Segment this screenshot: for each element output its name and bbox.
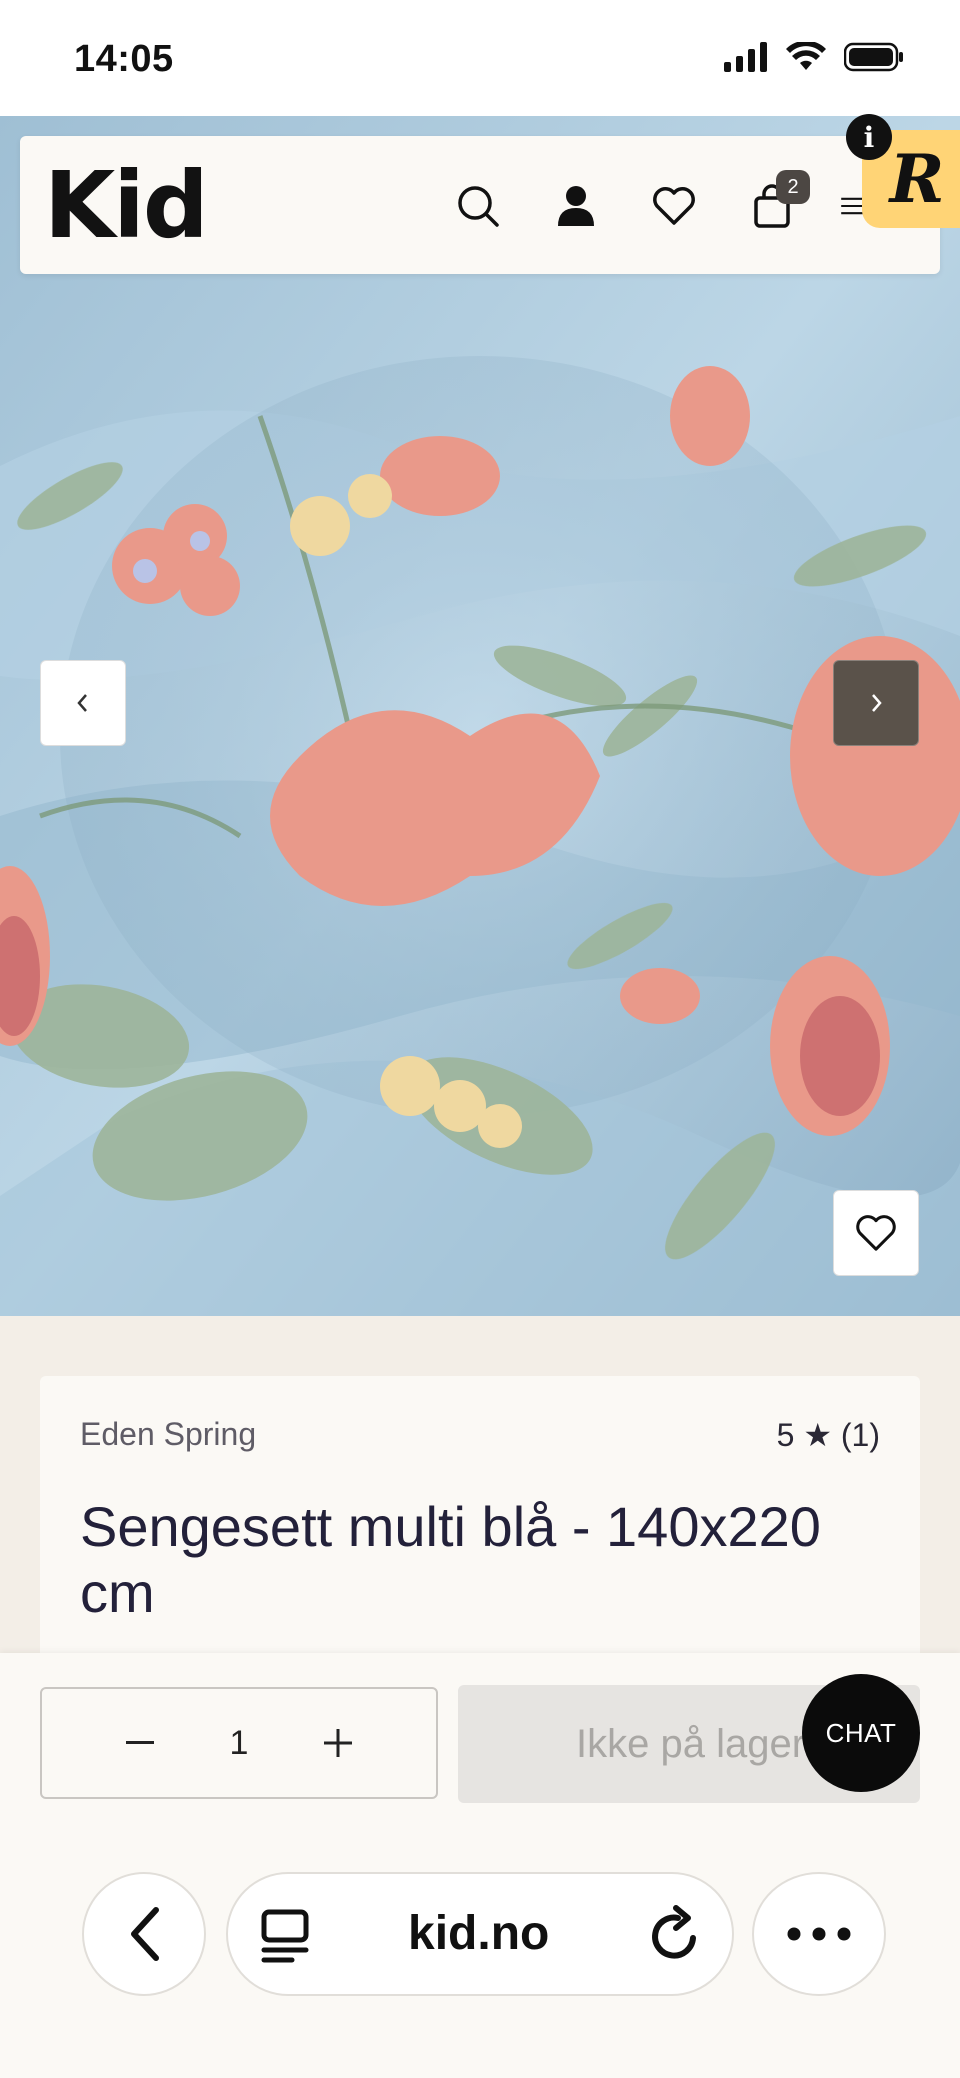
product-title: Sengesett multi blå - 140x220 cm: [80, 1495, 821, 1624]
status-bar: 14:05: [0, 0, 960, 116]
search-button[interactable]: [448, 176, 508, 236]
gallery-prev-button[interactable]: [40, 660, 126, 746]
gallery-next-button[interactable]: [833, 660, 919, 746]
cart-count-badge: 2: [776, 170, 810, 204]
search-icon: [458, 186, 499, 227]
browser-back-button[interactable]: [82, 1872, 206, 1996]
kid-logo[interactable]: Kid: [44, 152, 209, 259]
chevron-left-icon: [77, 694, 87, 712]
menu-button[interactable]: [840, 176, 864, 236]
user-icon: [558, 186, 594, 226]
cart-button[interactable]: 2: [742, 170, 810, 236]
browser-toolbar: kid.no: [0, 1830, 960, 2078]
wifi-icon: [786, 42, 826, 70]
battery-icon: [844, 42, 903, 72]
info-icon[interactable]: i: [846, 114, 892, 160]
account-button[interactable]: [546, 176, 606, 236]
chevron-right-icon: [872, 694, 882, 712]
menu-icon: [841, 197, 863, 215]
reload-icon[interactable]: [648, 1904, 702, 1964]
wishlist-button[interactable]: [644, 176, 704, 236]
address-bar[interactable]: kid.no: [226, 1872, 734, 1996]
more-icon: [787, 1927, 851, 1941]
product-info-card: Eden Spring 5 ★ (1) Sengesett multi blå …: [40, 1376, 920, 1676]
chat-button[interactable]: CHAT: [802, 1674, 920, 1792]
url-text: kid.no: [408, 1907, 550, 1960]
rewards-letter: R: [889, 140, 945, 218]
quantity-value[interactable]: 1: [230, 1724, 249, 1763]
product-rating[interactable]: 5 ★ (1): [777, 1416, 880, 1454]
heart-icon: [856, 1215, 896, 1251]
decrease-quantity-button[interactable]: [120, 1723, 160, 1763]
quantity-stepper: 1: [40, 1687, 438, 1799]
signal-icon: [724, 42, 767, 72]
minus-icon: [125, 1741, 154, 1744]
browser-more-button[interactable]: [752, 1872, 886, 1996]
product-image[interactable]: [0, 116, 960, 1316]
site-header: Kid 2: [20, 136, 940, 274]
fabric-image: [0, 116, 960, 1316]
status-time: 14:05: [74, 38, 174, 80]
plus-icon: [324, 1729, 353, 1757]
heart-icon: [653, 187, 695, 225]
chevron-left-icon: [131, 1907, 159, 1961]
product-brand[interactable]: Eden Spring: [80, 1416, 256, 1453]
status-icons: [724, 42, 904, 72]
increase-quantity-button[interactable]: [318, 1723, 358, 1763]
tabs-icon: [261, 1909, 309, 1963]
add-to-wishlist-button[interactable]: [833, 1190, 919, 1276]
